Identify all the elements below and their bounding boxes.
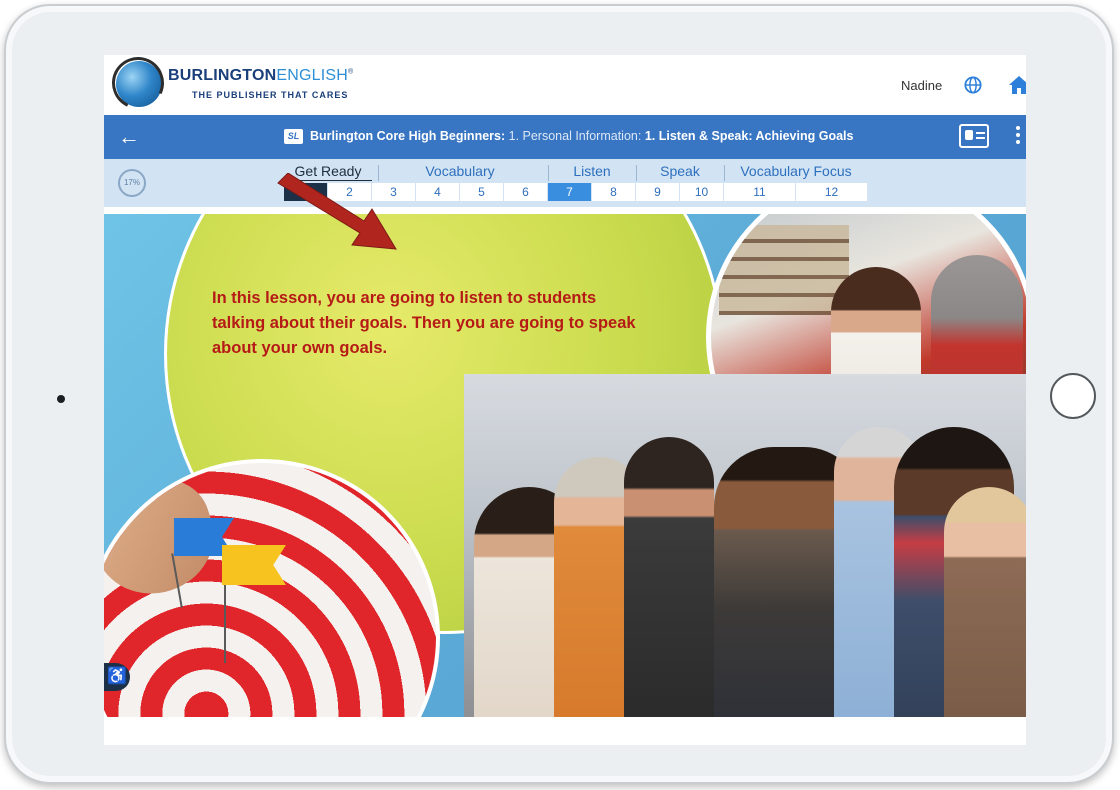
step-6[interactable]: 6: [504, 183, 548, 201]
audience-photo: [464, 374, 1026, 717]
step-12[interactable]: 12: [796, 183, 868, 201]
step-navigation: 17% Get Ready Vocabulary Listen Speak Vo…: [104, 159, 1026, 207]
user-name[interactable]: Nadine: [901, 78, 942, 93]
brand-name: BURLINGTONENGLISH®: [168, 67, 353, 85]
id-card-icon[interactable]: [959, 124, 989, 148]
lesson-intro-text: In this lesson, you are going to listen …: [212, 289, 636, 357]
brand-tagline: THE PUBLISHER THAT CARES: [192, 90, 349, 100]
section-speak[interactable]: Speak: [636, 163, 724, 179]
step-11[interactable]: 11: [724, 183, 796, 201]
red-pointer-arrow-icon: [277, 173, 397, 250]
brand-registered: ®: [348, 68, 354, 76]
yellow-flag-icon: [222, 545, 286, 585]
sl-badge: SL: [284, 129, 303, 144]
logo-headset-icon: [104, 55, 172, 117]
brand-name-part2: ENGLISH: [276, 67, 349, 84]
top-bar: BURLINGTONENGLISH® THE PUBLISHER THAT CA…: [104, 55, 1026, 117]
camera-dot: [57, 395, 65, 403]
step-10[interactable]: 10: [680, 183, 724, 201]
lesson-breadcrumb: Burlington Core High Beginners: 1. Perso…: [310, 129, 853, 143]
progress-indicator: 17%: [118, 169, 146, 197]
arrow-left-icon[interactable]: ←: [118, 124, 140, 150]
lesson-name: 1. Listen & Speak: Achieving Goals: [644, 129, 854, 143]
section-listen[interactable]: Listen: [548, 163, 636, 179]
step-5[interactable]: 5: [460, 183, 504, 201]
unit-name: 1. Personal Information:: [508, 129, 642, 143]
course-name: Burlington Core High Beginners:: [310, 129, 506, 143]
step-9[interactable]: 9: [636, 183, 680, 201]
lesson-intro-panel: In this lesson, you are going to listen …: [104, 214, 1026, 717]
step-8[interactable]: 8: [592, 183, 636, 201]
brand-name-part1: BURLINGTON: [168, 67, 277, 84]
app-screen: BURLINGTONENGLISH® THE PUBLISHER THAT CA…: [104, 55, 1026, 745]
globe-icon[interactable]: [964, 76, 982, 94]
tablet-home-button[interactable]: [1050, 373, 1096, 419]
section-vocabulary-focus[interactable]: Vocabulary Focus: [724, 163, 868, 179]
lesson-title-bar: ← SL Burlington Core High Beginners: 1. …: [104, 115, 1026, 159]
step-7[interactable]: 7: [548, 183, 592, 201]
home-icon[interactable]: [1009, 76, 1026, 94]
kebab-menu-icon[interactable]: [1016, 126, 1020, 147]
step-4[interactable]: 4: [416, 183, 460, 201]
